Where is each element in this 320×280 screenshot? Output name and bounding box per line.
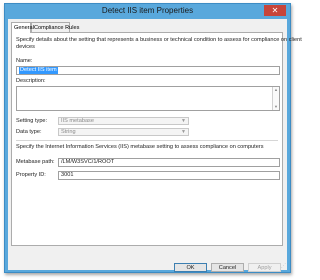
setting-type-select[interactable]: IIS metabase ▼: [58, 117, 189, 125]
window-title: Detect IIS item Properties: [101, 6, 194, 15]
scroll-up-icon[interactable]: ▲: [273, 87, 279, 93]
properties-dialog: Detect IIS item Properties ✕ General Com…: [4, 3, 302, 273]
data-type-value: String: [61, 129, 76, 135]
title-bar[interactable]: Detect IIS item Properties ✕: [5, 4, 290, 18]
setting-type-label: Setting type:: [16, 118, 48, 124]
scroll-down-icon[interactable]: ▼: [273, 104, 279, 110]
description-field[interactable]: ▲ ▼: [16, 86, 280, 111]
name-field[interactable]: Detect IIS item: [16, 66, 280, 75]
description-label: Description:: [16, 78, 46, 84]
data-type-select[interactable]: String ▼: [58, 128, 189, 136]
cancel-button[interactable]: Cancel: [211, 263, 244, 272]
data-type-label: Data type:: [16, 129, 42, 135]
intro-text-line-2: devices: [16, 44, 35, 50]
dialog-client-area: General Compliance Rules Specify details…: [8, 19, 302, 272]
chevron-down-icon: ▼: [181, 118, 186, 124]
ok-button[interactable]: OK: [174, 263, 207, 272]
tab-general[interactable]: General: [11, 22, 34, 33]
close-icon: ✕: [271, 6, 279, 15]
iis-intro-text: Specify the Internet Information Service…: [16, 144, 264, 150]
setting-type-value: IIS metabase: [61, 118, 94, 124]
name-label: Name:: [16, 58, 33, 64]
apply-button[interactable]: Apply: [248, 263, 281, 272]
resize-grip-icon[interactable]: ⋰: [281, 263, 286, 269]
metabase-path-label: Metabase path:: [16, 159, 55, 165]
name-field-value: Detect IIS item: [19, 67, 58, 74]
intro-text-line-1: Specify details about the setting that r…: [16, 37, 302, 43]
metabase-path-value: /LM/W3SVC/1/ROOT: [61, 159, 115, 165]
section-divider: [16, 140, 278, 141]
general-tab-panel: Specify details about the setting that r…: [11, 32, 302, 246]
property-id-value: 3001: [61, 172, 74, 178]
property-id-field[interactable]: 3001: [58, 171, 280, 180]
tab-compliance-rules[interactable]: Compliance Rules: [31, 22, 79, 32]
close-button[interactable]: ✕: [264, 5, 286, 16]
metabase-path-field[interactable]: /LM/W3SVC/1/ROOT: [58, 158, 280, 167]
description-scrollbar[interactable]: ▲ ▼: [272, 87, 279, 110]
chevron-down-icon: ▼: [181, 129, 186, 135]
property-id-label: Property ID:: [16, 172, 46, 178]
